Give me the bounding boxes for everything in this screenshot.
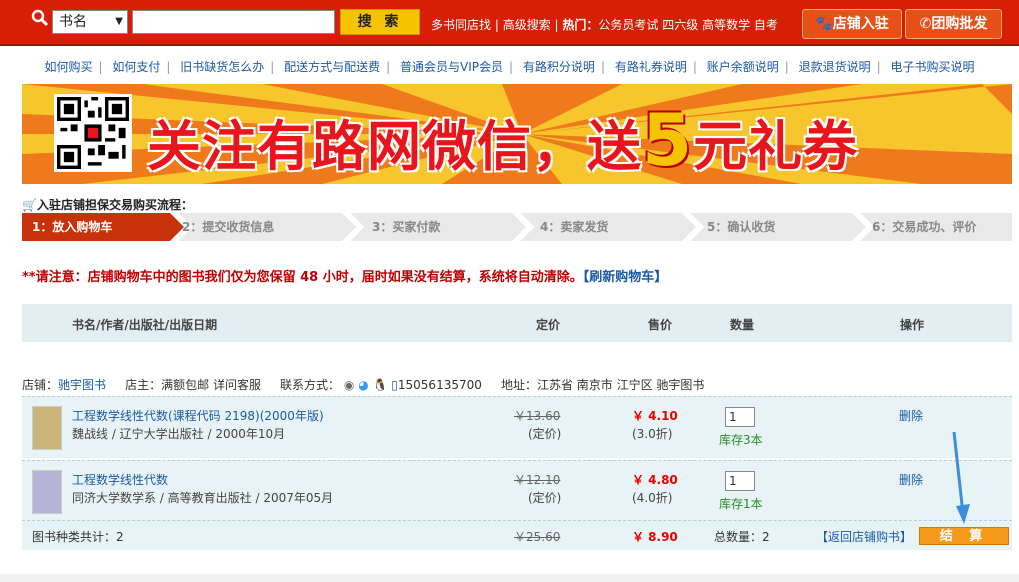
step-2: 2：提交收货信息 [182,220,275,234]
promo-banner[interactable]: 关注有路网微信，送5元礼券 [22,84,1012,184]
group-buy-button[interactable]: ✆团购批发 [905,9,1002,39]
step-3: 3：买家付款 [372,220,441,234]
hot-link[interactable]: 公务员考试 [598,18,658,32]
flow-title: 🛒入驻店铺担保交易购买流程： [22,198,193,212]
discount: (3.0折) [632,427,673,441]
search-icon [31,9,49,27]
back-to-shop-link[interactable]: 【返回店铺购书】 [816,528,912,545]
nav-link[interactable]: 旧书缺货怎么办 [180,60,264,74]
quantity-input[interactable]: 1 [725,407,755,427]
nav-link[interactable]: 有路积分说明 [523,60,595,74]
sale-total: ￥ 8.90 [632,530,678,544]
chat-icon[interactable]: ◉ [344,378,354,392]
multi-book-search-link[interactable]: 多书同店找 [431,18,491,32]
kinds-total: 图书种类共计：2 [32,530,124,544]
col-list-price: 定价 [536,318,561,332]
step-5: 5：确认收货 [707,220,776,234]
delete-link[interactable]: 删除 [899,471,923,488]
mobile-icon: ▯ [391,378,398,392]
step-6: 6：交易成功、评价 [872,220,977,234]
paw-icon: 🐾 [815,16,833,32]
refresh-cart-link[interactable]: 【刷新购物车】 [583,270,668,285]
cart-table-header: 书名/作者/出版社/出版日期 定价 售价 数量 操作 [22,304,1012,342]
hot-link[interactable]: 自考 [754,18,778,32]
page-bottom [0,574,1019,582]
step-4: 4：卖家发货 [540,220,609,234]
shop-name-link[interactable]: 驰宇图书 [58,378,106,392]
nav-link[interactable]: 如何支付 [112,60,160,74]
book-title-link[interactable]: 工程数学线性代数 [72,471,168,488]
list-price-label: (定价) [528,491,562,505]
book-cover-image[interactable] [32,406,62,450]
cart-item: 工程数学线性代数 同济大学数学系 / 高等教育出版社 / 2007年05月 ￥1… [22,460,1012,522]
nav-link[interactable]: 如何购买 [44,60,92,74]
discount: (4.0折) [632,491,673,505]
nav-link[interactable]: 电子书购买说明 [890,60,974,74]
checkout-button[interactable]: 结 算 [919,527,1009,545]
cart-item: 工程数学线性代数(课程代码 2198)(2000年版) 魏战线 / 辽宁大学出版… [22,396,1012,458]
search-input[interactable] [132,10,335,34]
phone-icon: ✆ [919,16,932,32]
list-price: ￥12.10 [514,473,561,487]
search-type-select[interactable]: 书名 ▼ [52,10,128,34]
step-1: 1：放入购物车 [32,220,113,234]
arrow-down-icon [952,431,970,524]
book-meta: 魏战线 / 辽宁大学出版社 / 2000年10月 [72,427,286,441]
cart-summary: 图书种类共计：2 ￥25.60 ￥ 8.90 总数量：2 【返回店铺购书】 [22,520,1012,550]
sale-price: ￥ 4.80 [632,473,678,487]
cart-notice: **请注意：店铺购物车中的图书我们仅为您保留 48 小时，届时如果没有结算，系统… [22,270,668,285]
nav-link[interactable]: 账户余额说明 [707,60,779,74]
qty-total: 总数量：2 [714,530,770,544]
hot-link[interactable]: 高等数学 [702,18,750,32]
qr-code-image [54,94,132,172]
hot-link[interactable]: 四六级 [662,18,698,32]
search-button[interactable]: 搜 索 [340,9,420,35]
advanced-search-link[interactable]: 高级搜索 [503,18,551,32]
shop-join-button[interactable]: 🐾店铺入驻 [802,9,902,39]
book-title-link[interactable]: 工程数学线性代数(课程代码 2198)(2000年版) [72,407,324,424]
stock-count: 库存1本 [719,497,763,511]
nav-link[interactable]: 有路礼券说明 [615,60,687,74]
stock-count: 库存3本 [719,433,763,447]
hot-label: 热门： [562,18,599,32]
help-nav: 如何购买 | 如何支付 | 旧书缺货怎么办 | 配送方式与配送费 | 普通会员与VIP会… [44,60,975,74]
delete-link[interactable]: 删除 [899,407,923,424]
book-meta: 同济大学数学系 / 高等教育出版社 / 2007年05月 [72,491,334,505]
col-op: 操作 [900,318,925,332]
quantity-input[interactable]: 1 [725,471,755,491]
col-qty: 数量 [730,318,755,332]
cart-icon: 🛒 [22,198,37,212]
nav-link[interactable]: 普通会员与VIP会员 [400,60,503,74]
banner-text: 关注有路网微信，送5元礼券 [147,98,859,182]
qq-icon[interactable]: 🐧 [373,378,388,392]
col-book: 书名/作者/出版社/出版日期 [72,318,218,332]
list-price-label: (定价) [528,427,562,441]
top-bar: 书名 ▼ 搜 索 多书同店找 | 高级搜索 | 热门：公务员考试 四六级 高等数学… [0,0,1019,46]
list-total: ￥25.60 [514,530,561,544]
book-cover-image[interactable] [32,470,62,514]
list-price: ￥13.60 [514,409,561,423]
wangwang-icon[interactable]: ◕ [358,378,368,392]
flow-steps: 1：放入购物车 2：提交收货信息 3：买家付款 4：卖家发货 5：确认收货 6：… [22,213,1012,241]
top-links: 多书同店找 | 高级搜索 | 热门：公务员考试 四六级 高等数学 自考 [431,18,778,32]
nav-link[interactable]: 配送方式与配送费 [284,60,380,74]
shop-info: 店铺：驰宇图书 店主：满额包邮 详问客服 联系方式： ◉ ◕ 🐧 ▯150561… [22,378,705,392]
nav-link[interactable]: 退款退货说明 [799,60,871,74]
col-sale-price: 售价 [648,318,673,332]
chevron-down-icon: ▼ [115,16,123,27]
sale-price: ￥ 4.10 [632,409,678,423]
